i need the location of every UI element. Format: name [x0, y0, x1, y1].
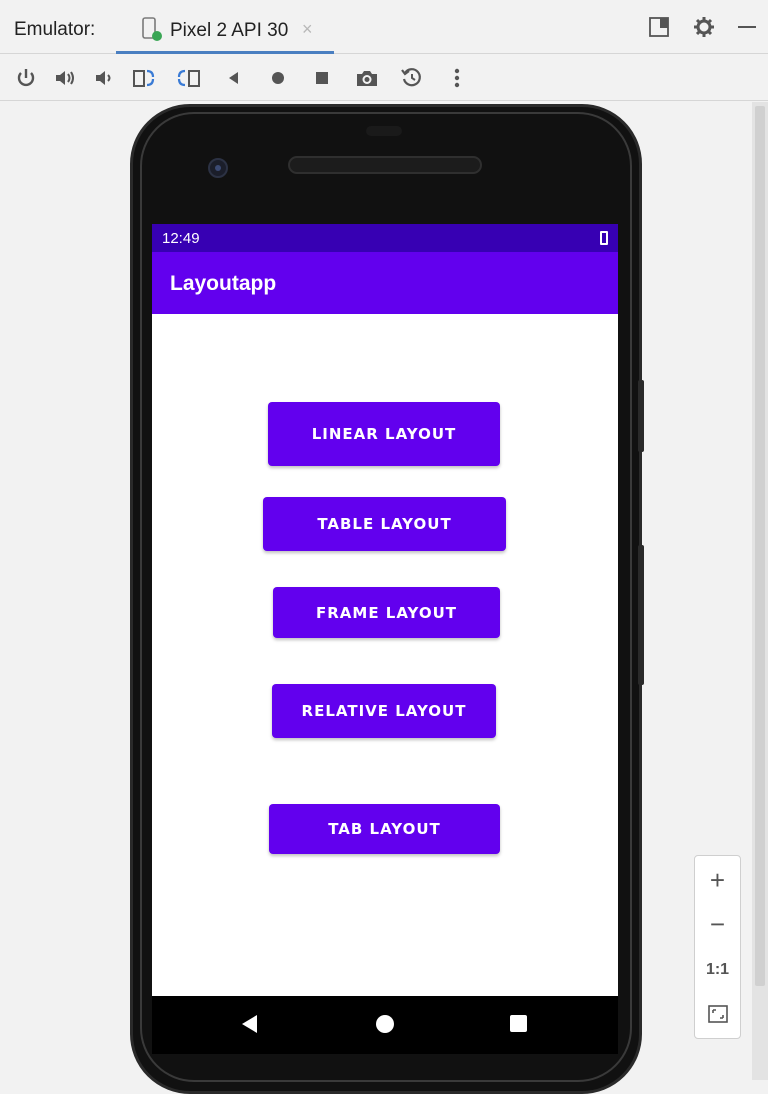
- front-camera-icon: [208, 158, 228, 178]
- more-icon[interactable]: [443, 64, 471, 92]
- rotate-right-icon[interactable]: [175, 64, 203, 92]
- minimize-icon[interactable]: [734, 14, 760, 40]
- nav-recents-icon[interactable]: [510, 1015, 527, 1032]
- actual-size-button[interactable]: 1:1: [695, 950, 740, 990]
- volume-down-icon[interactable]: [90, 64, 118, 92]
- tab-pixel-2-api-30[interactable]: Pixel 2 API 30 ×: [116, 8, 334, 54]
- zoom-controls: + − 1:1: [694, 855, 741, 1039]
- overview-icon[interactable]: [308, 64, 336, 92]
- nav-back-icon[interactable]: [242, 1015, 257, 1033]
- fit-screen-icon[interactable]: [695, 994, 740, 1034]
- screenshot-icon[interactable]: [353, 64, 381, 92]
- device-speaker: [288, 156, 482, 174]
- table-layout-button[interactable]: TABLE LAYOUT: [263, 497, 506, 551]
- back-icon[interactable]: [220, 64, 248, 92]
- status-bar: 12:49: [152, 224, 618, 252]
- frame-layout-button[interactable]: FRAME LAYOUT: [273, 587, 500, 638]
- tab-active-indicator: [116, 51, 334, 54]
- home-icon[interactable]: [264, 64, 292, 92]
- relative-layout-button[interactable]: RELATIVE LAYOUT: [272, 684, 496, 738]
- tab-close-icon[interactable]: ×: [302, 19, 313, 40]
- power-icon[interactable]: [12, 64, 40, 92]
- app-bar: Layoutapp: [152, 252, 618, 314]
- emulator-label: Emulator:: [14, 19, 96, 40]
- snapshot-icon[interactable]: [398, 64, 426, 92]
- nav-home-icon[interactable]: [376, 1015, 394, 1033]
- status-time: 12:49: [162, 230, 200, 247]
- app-title: Layoutapp: [170, 272, 277, 295]
- device-side-button: [638, 545, 644, 685]
- tab-layout-button[interactable]: TAB LAYOUT: [269, 804, 500, 854]
- battery-icon: [600, 231, 608, 245]
- device-nav-bar: [152, 996, 618, 1054]
- vertical-scrollbar[interactable]: [752, 102, 768, 1080]
- scrollbar-thumb[interactable]: [755, 106, 765, 986]
- device-sensor: [366, 126, 402, 136]
- emulator-toolbar: [0, 55, 768, 101]
- device-icon: [142, 17, 162, 41]
- window-layout-icon[interactable]: [646, 14, 672, 40]
- emulator-title-bar: Emulator: Pixel 2 API 30 ×: [0, 0, 768, 54]
- zoom-out-button[interactable]: −: [695, 904, 740, 944]
- device-volume-button: [638, 380, 644, 452]
- gear-icon[interactable]: [691, 14, 717, 40]
- device-screen[interactable]: 12:49 Layoutapp LINEAR LAYOUT TABLE LAYO…: [152, 224, 618, 996]
- linear-layout-button[interactable]: LINEAR LAYOUT: [268, 402, 500, 466]
- rotate-left-icon[interactable]: [130, 64, 158, 92]
- tab-label: Pixel 2 API 30: [170, 20, 289, 41]
- zoom-in-button[interactable]: +: [695, 860, 740, 900]
- volume-up-icon[interactable]: [52, 64, 80, 92]
